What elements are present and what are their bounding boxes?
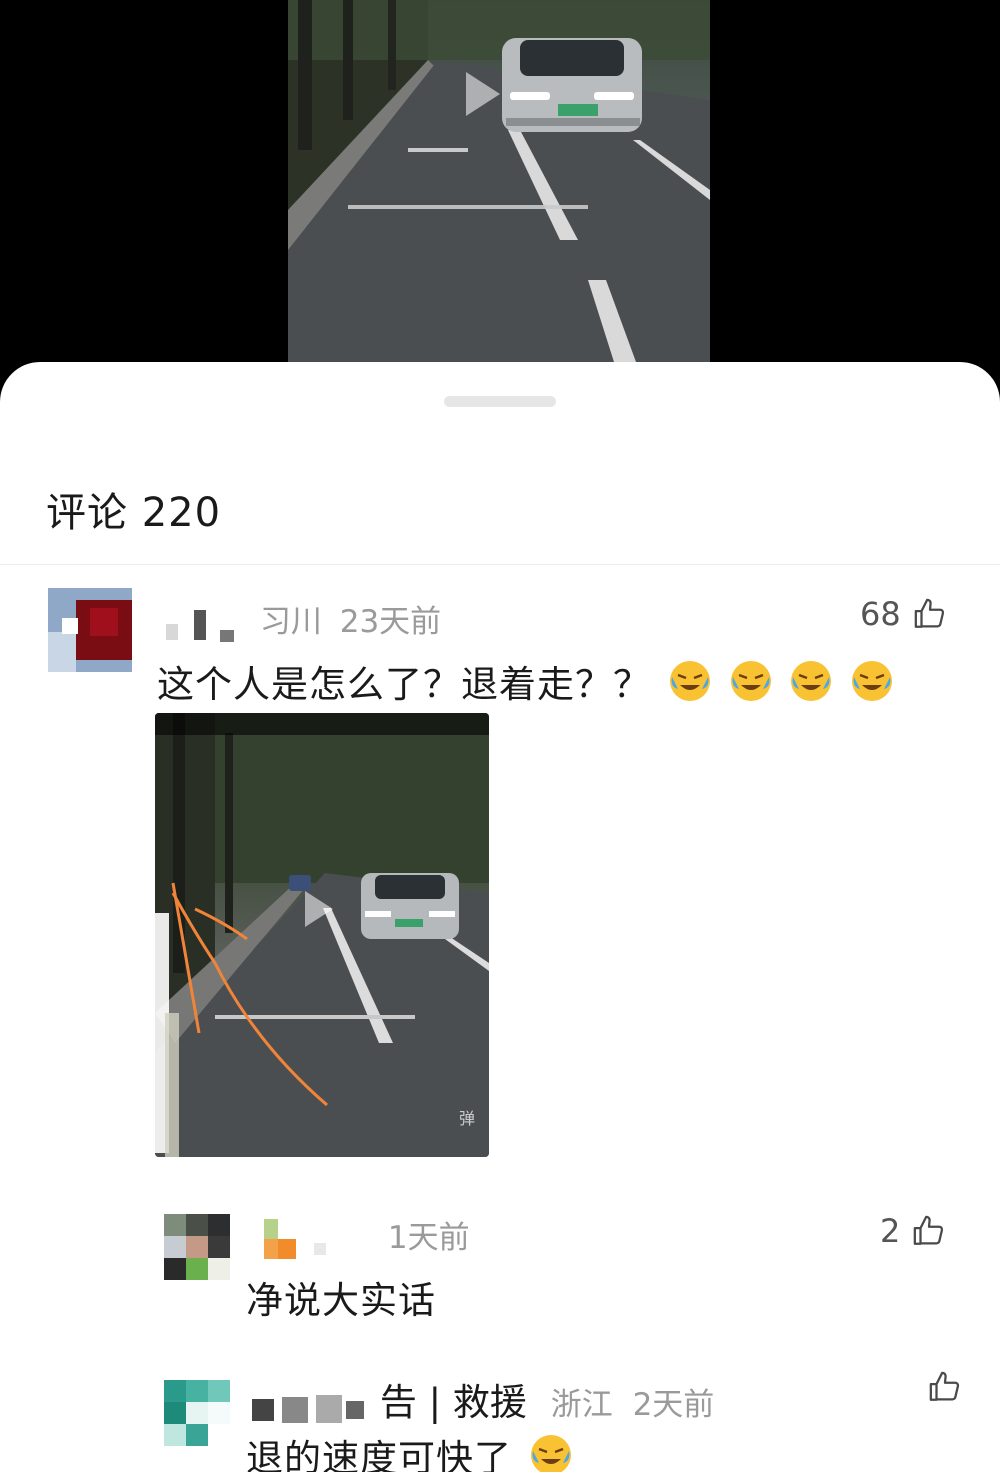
- like-button[interactable]: 68: [860, 595, 947, 633]
- username-suffix[interactable]: 告 | 救援: [380, 1381, 527, 1424]
- laughing-crying-emoji: [730, 661, 771, 701]
- video-frame[interactable]: [288, 0, 710, 380]
- avatar[interactable]: [48, 588, 132, 672]
- avatar[interactable]: [164, 1214, 230, 1280]
- comment-meta: 1天前: [258, 1212, 470, 1263]
- video-player[interactable]: [0, 0, 1000, 380]
- comment-meta: 告 | 救援 浙江 2天前: [246, 1372, 714, 1427]
- thumbs-up-icon[interactable]: [912, 1214, 946, 1248]
- like-count: 2: [880, 1212, 901, 1250]
- play-icon[interactable]: [305, 891, 333, 927]
- like-count: 68: [860, 595, 901, 633]
- drag-handle[interactable]: [444, 396, 556, 407]
- comment-body: 退的速度可快了: [246, 1428, 573, 1472]
- avatar[interactable]: [164, 1380, 230, 1446]
- thumbs-up-icon[interactable]: [913, 597, 947, 631]
- comment-region: 浙江: [550, 1387, 613, 1423]
- comments-title: 评论 220: [46, 490, 222, 536]
- comment-time: 1天前: [387, 1220, 470, 1256]
- divider: [0, 564, 1000, 565]
- comment-text: 这个人是怎么了？退着走？？: [157, 663, 651, 706]
- comment-body: 这个人是怎么了？退着走？？: [157, 654, 894, 708]
- like-button[interactable]: [916, 1370, 962, 1404]
- comment-time: 23天前: [339, 604, 442, 640]
- comment-text: 退的速度可快了: [246, 1437, 512, 1472]
- laughing-crying-emoji: [530, 1435, 571, 1472]
- username-suffix[interactable]: 习川: [260, 604, 322, 640]
- comment-video-attachment[interactable]: 弹: [155, 713, 489, 1157]
- username-redacted[interactable]: [258, 1217, 378, 1263]
- play-icon[interactable]: [466, 72, 500, 116]
- comment-sheet: 评论 220: [0, 362, 1000, 1472]
- attachment-scene: [155, 713, 489, 1157]
- video-corner-mark: 弹: [458, 1109, 475, 1128]
- street-scene: [288, 0, 710, 380]
- username-redacted[interactable]: [246, 1387, 370, 1427]
- comment-text: 净说大实话: [246, 1279, 436, 1322]
- comment-meta: 习川 23天前: [160, 596, 441, 644]
- video-caption-overlay: [155, 713, 489, 735]
- username-redacted[interactable]: [160, 604, 250, 644]
- comment-body: 净说大实话: [246, 1270, 436, 1324]
- laughing-crying-emoji: [852, 661, 893, 701]
- comment-time: 2天前: [632, 1387, 715, 1423]
- thumbs-up-icon[interactable]: [928, 1370, 962, 1404]
- laughing-crying-emoji: [791, 661, 832, 701]
- laughing-crying-emoji: [669, 661, 710, 701]
- like-button[interactable]: 2: [880, 1212, 946, 1250]
